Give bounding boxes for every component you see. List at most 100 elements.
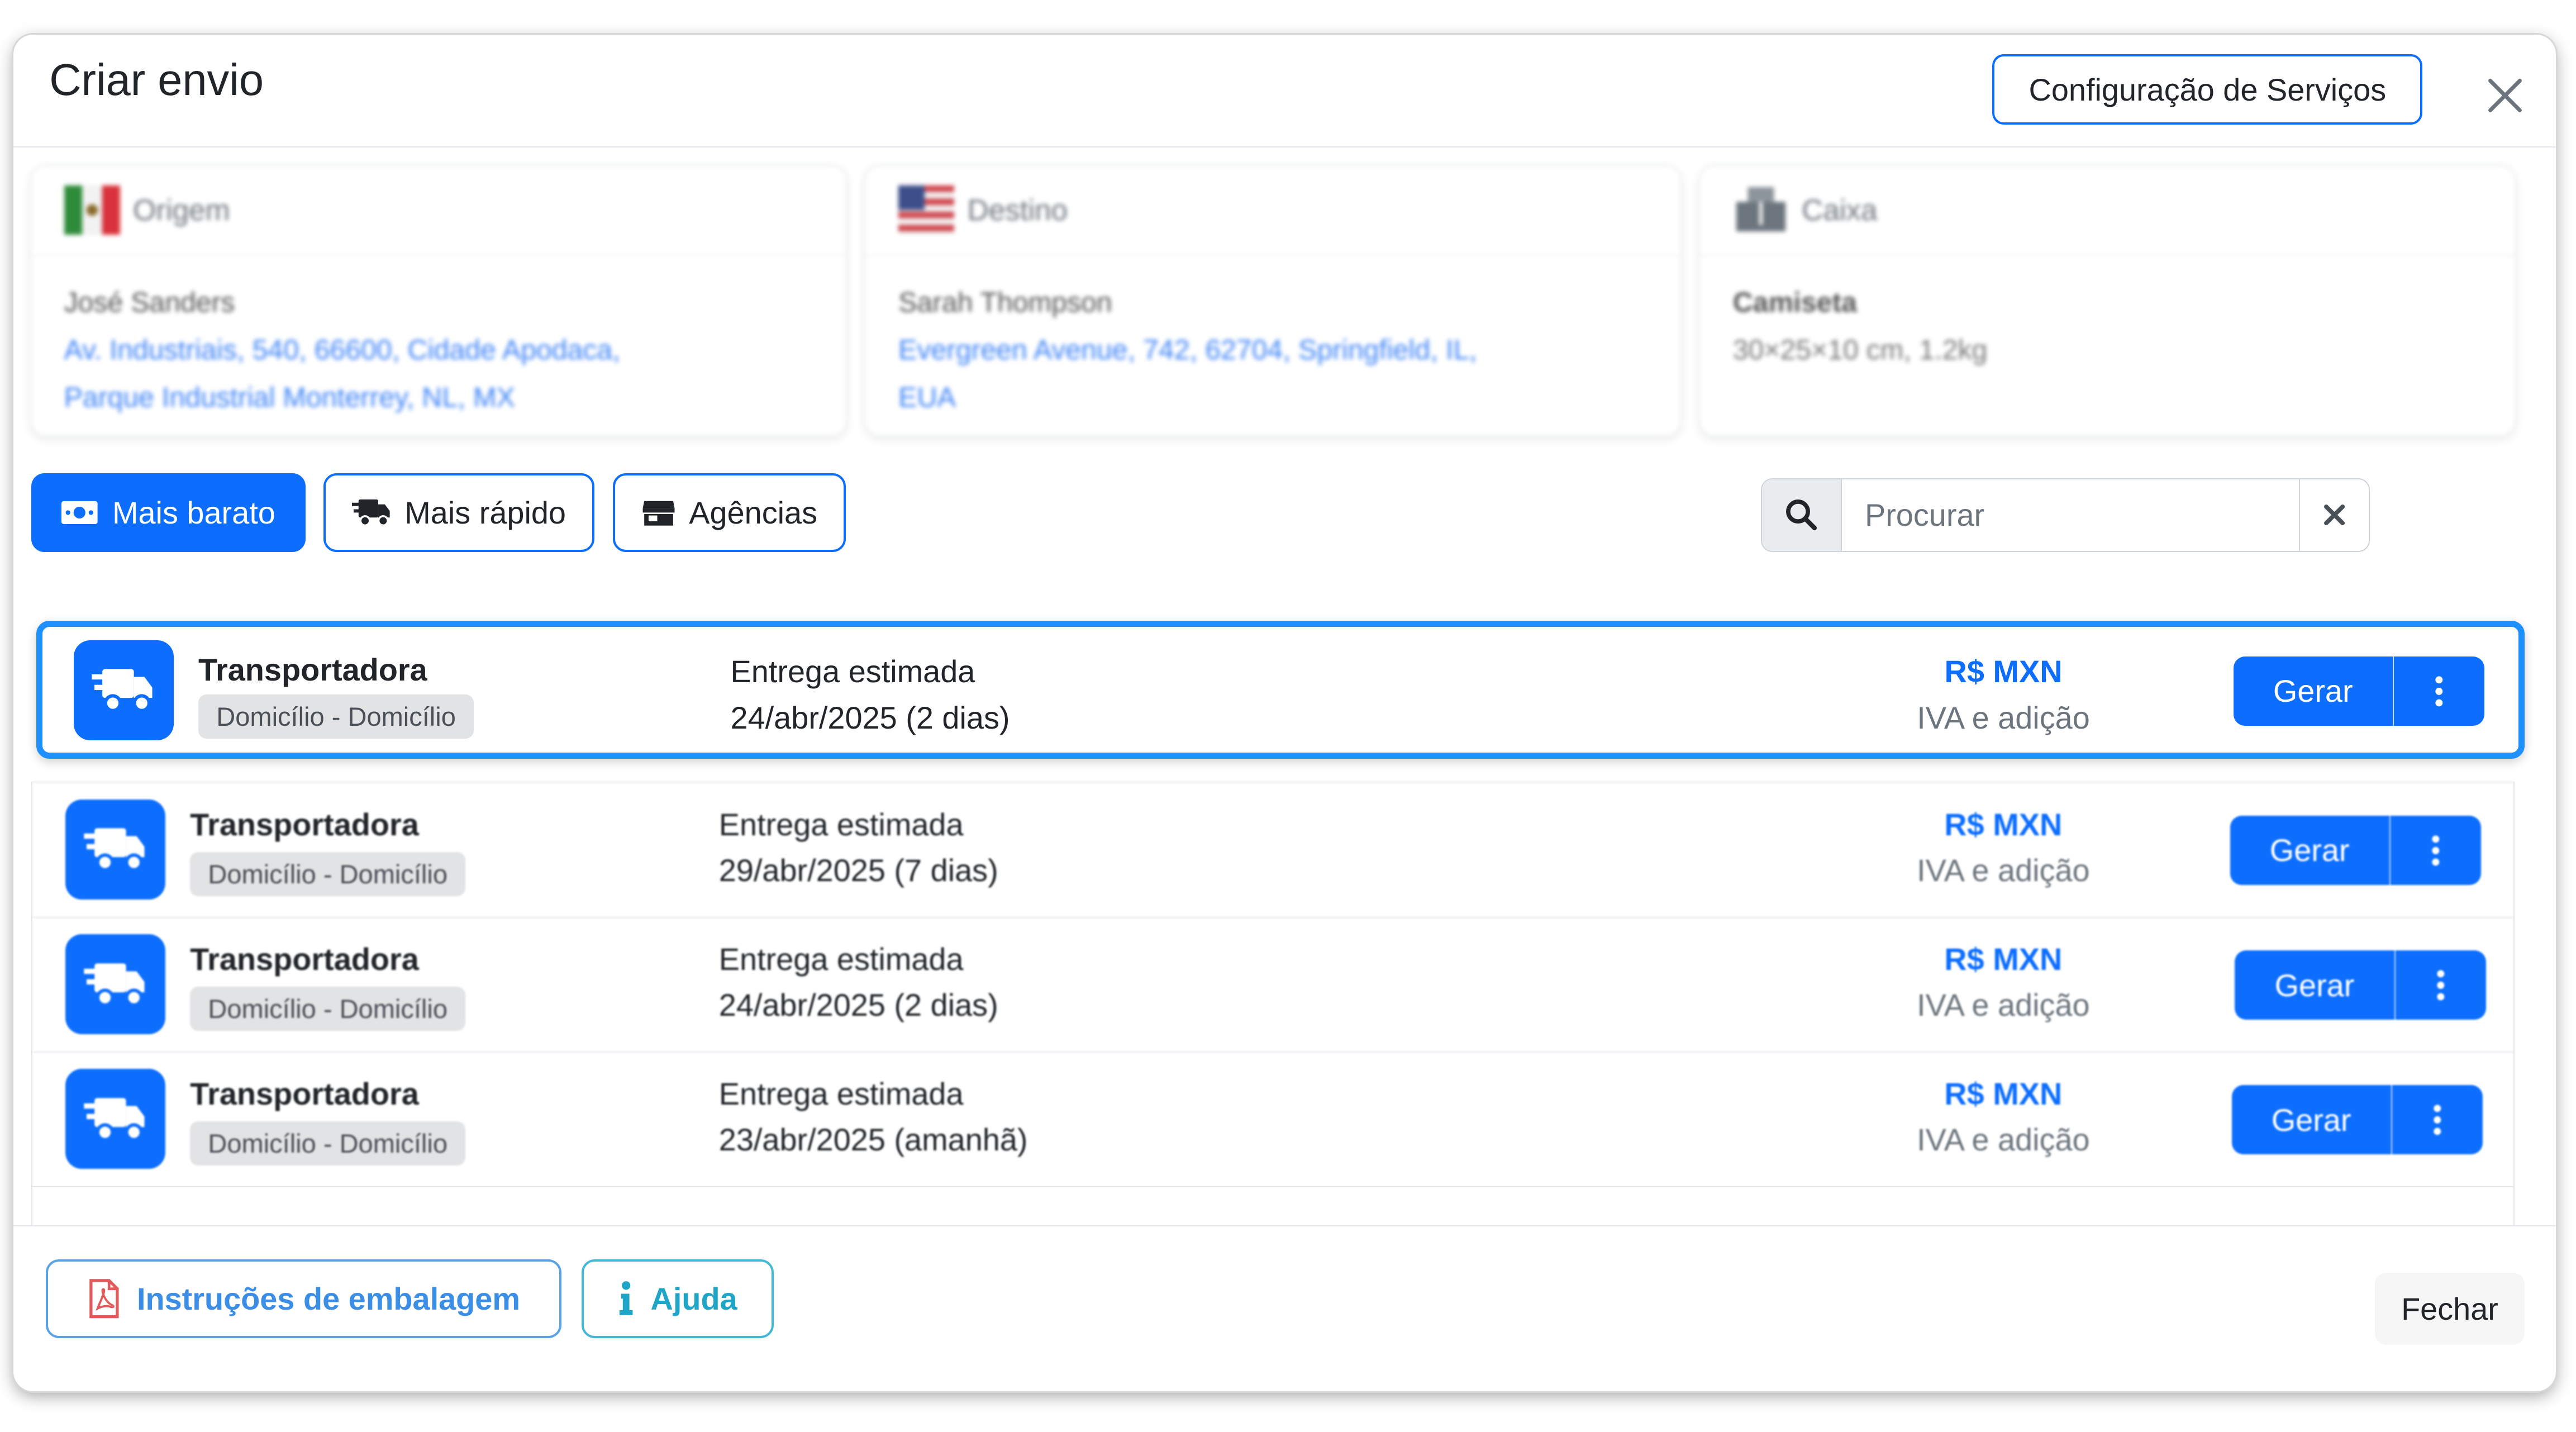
filter-agencies-label: Agências (689, 494, 818, 530)
shipping-fast-icon (83, 828, 145, 872)
kebab-menu-icon (2435, 675, 2443, 706)
generate-button[interactable]: Gerar (2231, 1085, 2391, 1154)
rate-row[interactable]: Transportadora Domicílio - Domicílio Ent… (32, 782, 2514, 916)
close-icon (2324, 505, 2345, 526)
box-heading: Caixa (1802, 193, 1878, 227)
eta-label: Entrega estimada (718, 806, 964, 842)
generate-button[interactable]: Gerar (2230, 816, 2389, 885)
box-card: Caixa Camiseta 30×25×10 cm, 1.2kg (1699, 165, 2515, 436)
eta-label: Entrega estimada (718, 1076, 964, 1111)
generate-button[interactable]: Gerar (2233, 656, 2393, 726)
filter-fastest-button[interactable]: Mais rápido (323, 473, 595, 552)
search-group (1760, 478, 2370, 552)
rate-price: R$ MXN (1944, 1076, 2063, 1111)
destination-card-header: Destino (865, 166, 1680, 256)
destination-heading: Destino (967, 193, 1068, 227)
rate-list-divider (32, 1186, 2514, 1187)
service-config-button[interactable]: Configuração de Serviços (1992, 54, 2423, 125)
filter-cheapest-label: Mais barato (112, 494, 275, 530)
origin-card-header: Origem (31, 166, 846, 256)
shipping-fast-icon (83, 963, 145, 1007)
destination-address-line1[interactable]: Evergreen Avenue, 742, 62704, Springfiel… (898, 326, 1648, 374)
rate-price-note: IVA e adição (1917, 1122, 2090, 1158)
carrier-name: Transportadora (198, 652, 427, 688)
close-modal-button[interactable] (2477, 68, 2533, 123)
more-options-button[interactable] (2392, 656, 2485, 726)
shipping-fast-icon (83, 1098, 145, 1141)
rate-price: R$ MXN (1944, 806, 2063, 842)
rate-price-note: IVA e adição (1917, 987, 2090, 1022)
eta-date: 24/abr/2025 (2 dias) (730, 700, 1010, 735)
carrier-name: Transportadora (190, 941, 419, 977)
filter-agencies-button[interactable]: Agências (612, 473, 846, 552)
origin-heading: Origem (133, 193, 230, 227)
create-shipment-modal: Criar envio Configuração de Serviços Ori… (13, 34, 2556, 1392)
boxes-icon (1736, 187, 1785, 232)
rate-price: R$ MXN (1944, 654, 2063, 689)
origin-card-body: José Sanders Av. Industriais, 540, 66600… (31, 256, 846, 445)
eta-date: 24/abr/2025 (2 dias) (718, 987, 998, 1022)
kebab-menu-icon (2434, 1105, 2441, 1135)
packing-instructions-label: Instruções de embalagem (136, 1281, 521, 1317)
service-badge: Domicílio - Domicílio (190, 986, 466, 1031)
rate-action-group: Gerar (2231, 1085, 2483, 1154)
eta-date: 29/abr/2025 (7 dias) (718, 852, 998, 888)
rate-row[interactable]: Transportadora Domicílio - Domicílio Ent… (32, 1051, 2514, 1186)
carrier-name: Transportadora (190, 1076, 419, 1111)
rate-row[interactable]: Transportadora Domicílio - Domicílio Ent… (32, 916, 2514, 1052)
more-options-button[interactable] (2389, 816, 2482, 885)
help-button[interactable]: Ajuda (581, 1259, 774, 1339)
origin-address-line1[interactable]: Av. Industriais, 540, 66600, Cidade Apod… (64, 326, 813, 374)
usa-flag-icon (898, 185, 955, 235)
destination-card-body: Sarah Thompson Evergreen Avenue, 742, 62… (865, 256, 1680, 445)
destination-card: Destino Sarah Thompson Evergreen Avenue,… (865, 165, 1680, 436)
filter-cheapest-button[interactable]: Mais barato (31, 473, 306, 552)
carrier-logo (65, 934, 165, 1035)
search-input[interactable] (1841, 479, 2299, 551)
packing-instructions-button[interactable]: Instruções de embalagem (46, 1259, 562, 1339)
kebab-menu-icon (2432, 835, 2440, 865)
service-badge: Domicílio - Domicílio (190, 851, 466, 897)
destination-name: Sarah Thompson (898, 286, 1112, 318)
money-bill-icon (61, 501, 98, 524)
shipping-fast-icon (92, 669, 153, 713)
rate-price-note: IVA e adição (1917, 700, 2090, 735)
close-icon (2488, 78, 2522, 112)
file-pdf-icon (89, 1279, 119, 1319)
service-badge: Domicílio - Domicílio (190, 1121, 466, 1166)
box-product: Camiseta (1732, 286, 1857, 318)
eta-label: Entrega estimada (718, 941, 964, 977)
clear-search-button[interactable] (2298, 479, 2369, 551)
search-button[interactable] (1761, 479, 1842, 551)
eta-date: 23/abr/2025 (amanhã) (718, 1122, 1028, 1158)
shipping-fast-icon (352, 499, 390, 526)
origin-address-line2[interactable]: Parque Industrial Monterrey, NL, MX (64, 374, 813, 421)
mexico-flag-icon (64, 185, 120, 235)
origin-card: Origem José Sanders Av. Industriais, 540… (31, 165, 846, 436)
rate-list: Transportadora Domicílio - Domicílio Ent… (31, 782, 2515, 1242)
generate-button[interactable]: Gerar (2235, 950, 2394, 1020)
origin-name: José Sanders (64, 286, 235, 318)
more-options-button[interactable] (2394, 950, 2487, 1020)
eta-label: Entrega estimada (730, 654, 975, 689)
modal-header: Criar envio Configuração de Serviços (13, 35, 2556, 148)
box-card-header: Caixa (1699, 166, 2515, 256)
rate-action-group: Gerar (2230, 816, 2482, 885)
modal-title: Criar envio (49, 55, 264, 104)
box-card-body: Camiseta 30×25×10 cm, 1.2kg (1700, 256, 2515, 397)
service-badge: Domicílio - Domicílio (198, 694, 474, 739)
rate-action-group: Gerar (2235, 950, 2487, 1020)
search-icon (1785, 499, 1817, 531)
rate-action-group: Gerar (2233, 656, 2485, 726)
kebab-menu-icon (2437, 969, 2445, 1001)
destination-address-line2[interactable]: EUA (898, 374, 1648, 421)
store-icon (642, 501, 675, 526)
carrier-logo (73, 640, 174, 741)
filter-fastest-label: Mais rápido (404, 494, 566, 530)
modal-footer: Instruções de embalagem Ajuda Fechar (13, 1225, 2556, 1392)
close-button[interactable]: Fechar (2375, 1272, 2525, 1345)
rate-row-selected[interactable]: Transportadora Domicílio - Domicílio Ent… (36, 621, 2525, 759)
carrier-logo (65, 799, 165, 900)
more-options-button[interactable] (2391, 1085, 2483, 1154)
carrier-logo (65, 1068, 165, 1169)
